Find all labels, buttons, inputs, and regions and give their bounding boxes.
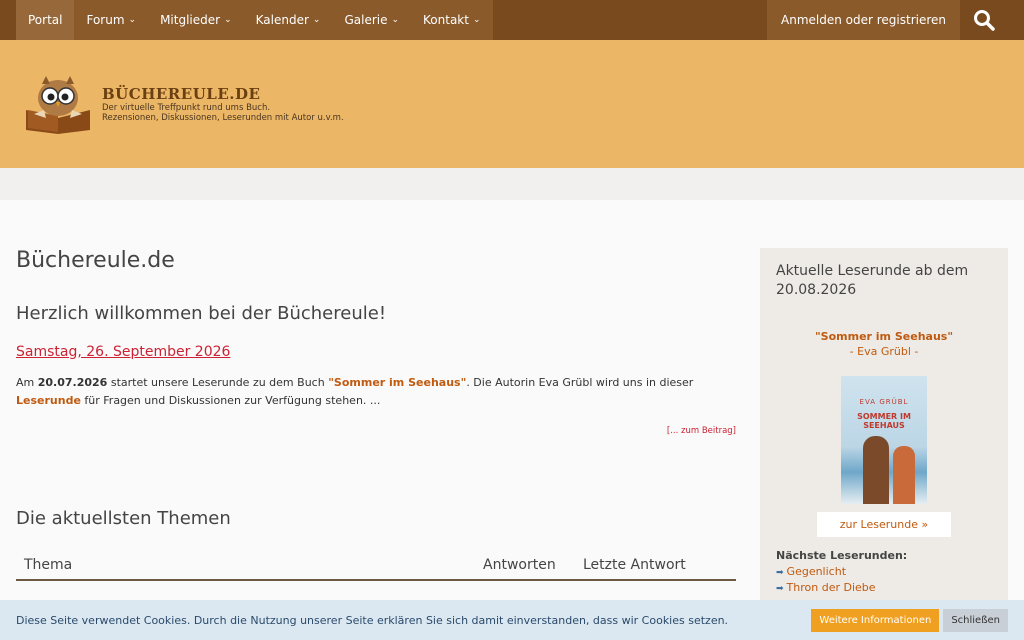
nav-item-kontakt[interactable]: Kontakt ⌄ (411, 0, 493, 40)
nav-item-kalender[interactable]: Kalender ⌄ (243, 0, 333, 40)
nav-right: Anmelden oder registrieren (767, 0, 1008, 40)
sidebar-leserunde: Aktuelle Leserunde ab dem 20.08.2026 "So… (760, 248, 1008, 640)
arrow-right-icon: ➡ (776, 584, 784, 594)
next-leserunde-item[interactable]: ➡ Thron der Diebe (776, 581, 992, 594)
next-leserunde-item[interactable]: ➡ Gegenlicht (776, 565, 992, 578)
cover-figure (863, 436, 889, 504)
page-title: Büchereule.de (16, 248, 175, 273)
nav-menu: Portal Forum ⌄ Mitglieder ⌄ Kalender ⌄ Gale… (16, 0, 493, 40)
col-antworten[interactable]: Antworten (483, 557, 583, 573)
chevron-down-icon: ⌄ (391, 15, 400, 25)
nav-item-portal[interactable]: Portal (16, 0, 75, 40)
breadcrumb-bar (0, 168, 1024, 200)
cookie-banner: Diese Seite verwendet Cookies. Durch die… (0, 600, 1024, 640)
intro-date: 20.07.2026 (37, 376, 108, 389)
book-link[interactable]: "Sommer im Seehaus" (328, 376, 466, 389)
cover-author: EVA GRÜBL (859, 398, 909, 406)
nav-item-forum[interactable]: Forum ⌄ (74, 0, 149, 40)
site-header: BÜCHEREULE.DE Der virtuelle Treffpunkt r… (0, 40, 1024, 168)
cover-figure (893, 446, 915, 504)
owl-logo-icon (26, 76, 90, 134)
date-link[interactable]: Samstag, 26. September 2026 (16, 344, 736, 360)
sidebar-author: - Eva Grübl - (849, 345, 919, 358)
welcome-heading: Herzlich willkommen bei der Büchereule! (16, 303, 387, 324)
book-cover[interactable]: EVA GRÜBL SOMMER IM SEEHAUS (841, 376, 927, 504)
tagline-2: Rezensionen, Diskussionen, Leserunden mi… (102, 113, 344, 123)
login-link[interactable]: Anmelden oder registrieren (767, 0, 960, 40)
nav-item-galerie[interactable]: Galerie ⌄ (332, 0, 412, 40)
site-logo[interactable]: BÜCHEREULE.DE Der virtuelle Treffpunkt r… (20, 74, 344, 134)
site-name: BÜCHEREULE.DE (102, 85, 261, 103)
search-button[interactable] (960, 0, 1008, 40)
tagline-1: Der virtuelle Treffpunkt rund ums Buch. (102, 103, 271, 113)
col-thema[interactable]: Thema (16, 557, 483, 573)
main-content: Büchereule.de Herzlich willkommen bei de… (16, 248, 736, 581)
intro-text: Am 20.07.2026 startet unsere Leserunde z… (16, 376, 694, 407)
top-navigation: Portal Forum ⌄ Mitglieder ⌄ Kalender ⌄ Gale… (0, 0, 1024, 40)
chevron-down-icon: ⌄ (312, 15, 321, 25)
search-icon (974, 10, 995, 31)
arrow-right-icon: ➡ (776, 568, 784, 578)
next-leserunden-label: Nächste Leserunden: (776, 549, 908, 562)
themes-table-header: Thema Antworten Letzte Antwort (16, 551, 736, 581)
logo-text: BÜCHEREULE.DE Der virtuelle Treffpunkt r… (102, 85, 344, 123)
chevron-down-icon: ⌄ (128, 15, 137, 25)
sidebar-book-title[interactable]: "Sommer im Seehaus" (776, 330, 992, 343)
cookie-more-info-button[interactable]: Weitere Informationen (811, 608, 940, 632)
cookie-text: Diese Seite verwendet Cookies. Durch die… (16, 613, 729, 627)
themes-heading: Die aktuellsten Themen (16, 508, 231, 529)
chevron-down-icon: ⌄ (472, 15, 481, 25)
chevron-down-icon: ⌄ (224, 15, 232, 25)
leserunde-link[interactable]: Leserunde (16, 394, 81, 407)
col-letzte-antwort[interactable]: Letzte Antwort (583, 557, 736, 573)
cover-title: SOMMER IM SEEHAUS (857, 412, 911, 430)
sidebar-title: Aktuelle Leserunde ab dem 20.08.2026 (776, 263, 969, 298)
nav-item-mitglieder[interactable]: Mitglieder ⌄ (148, 0, 244, 40)
read-more-link[interactable]: [... zum Beitrag] (16, 426, 736, 436)
cookie-close-button[interactable]: Schließen (943, 608, 1008, 632)
to-leserunde-button[interactable]: zur Leserunde » (817, 512, 951, 537)
